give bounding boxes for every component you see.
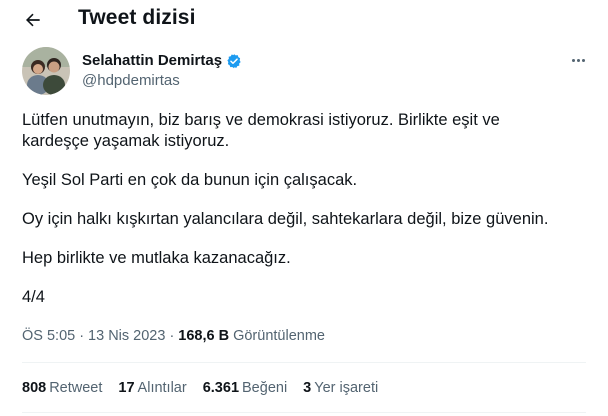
view-count: 168,6 B bbox=[178, 328, 230, 344]
stat-label: Beğeni bbox=[242, 380, 288, 396]
dot-icon bbox=[581, 58, 585, 62]
tweet-line: Yeşil Sol Parti en çok da bunun için çal… bbox=[22, 171, 358, 189]
tweet-line: Oy için halkı kışkırtan yalancılara deği… bbox=[22, 210, 549, 228]
tweet-line: kardeşçe yaşamak istiyoruz. bbox=[22, 132, 230, 150]
dot-icon bbox=[576, 58, 580, 62]
stat-count: 808 bbox=[22, 380, 47, 396]
stat-count: 3 bbox=[303, 380, 312, 396]
divider bbox=[22, 412, 586, 413]
page-header: Tweet dizisi bbox=[0, 0, 608, 40]
tweet-meta: ÖS 5:05 · 13 Nis 2023 · 168,6 B Görüntül… bbox=[22, 328, 325, 344]
bookmarks-stat[interactable]: 3 Yer işareti bbox=[303, 380, 378, 396]
tweet-paragraph: Oy için halkı kışkırtan yalancılara deği… bbox=[22, 209, 592, 230]
page-title: Tweet dizisi bbox=[78, 6, 196, 29]
verified-badge-icon bbox=[227, 53, 241, 68]
engagement-stats: 808 Retweet 17 Alıntılar 6.361 Beğeni 3 Yer … bbox=[22, 380, 378, 396]
tweet-line: Lütfen unutmayın, biz barış ve demokrasi… bbox=[22, 111, 500, 129]
likes-stat[interactable]: 6.361 Beğeni bbox=[203, 380, 287, 396]
meta-separator: · bbox=[169, 328, 175, 344]
author-name[interactable]: Selahattin Demirtaş bbox=[82, 52, 242, 69]
tweet-paragraph: Yeşil Sol Parti en çok da bunun için çal… bbox=[22, 170, 592, 191]
view-count-label: Görüntülenme bbox=[233, 328, 325, 344]
divider bbox=[22, 362, 586, 363]
avatar-photo bbox=[22, 47, 70, 95]
tweet-line: Hep birlikte ve mutlaka kazanacağız. bbox=[22, 249, 291, 267]
tweet-date[interactable]: 13 Nis 2023 bbox=[88, 328, 165, 344]
more-options-button[interactable] bbox=[566, 50, 590, 70]
author-avatar[interactable] bbox=[22, 47, 70, 95]
stat-count: 6.361 bbox=[202, 380, 240, 396]
retweet-stat[interactable]: 808 Retweet bbox=[22, 380, 102, 396]
stat-label: Retweet bbox=[49, 380, 103, 396]
author-handle[interactable]: @hdpdemirtas bbox=[82, 72, 180, 89]
stat-label: Yer işareti bbox=[314, 380, 379, 396]
tweet-time[interactable]: ÖS 5:05 bbox=[22, 328, 75, 344]
arrow-left-icon bbox=[26, 13, 40, 27]
tweet-paragraph: Hep birlikte ve mutlaka kazanacağız. bbox=[22, 248, 592, 269]
tweet-paragraph: Lütfen unutmayın, biz barış ve demokrasi… bbox=[22, 110, 592, 152]
stat-label: Alıntılar bbox=[137, 380, 187, 396]
tweet-text: Lütfen unutmayın, biz barış ve demokrasi… bbox=[22, 110, 592, 326]
dot-icon bbox=[571, 58, 575, 62]
meta-separator: · bbox=[79, 328, 85, 344]
author-name-text: Selahattin Demirtaş bbox=[82, 52, 223, 69]
tweet-line: 4/4 bbox=[22, 288, 45, 306]
stat-count: 17 bbox=[118, 380, 135, 396]
back-button[interactable] bbox=[18, 6, 48, 34]
quotes-stat[interactable]: 17 Alıntılar bbox=[118, 380, 186, 396]
tweet-paragraph: 4/4 bbox=[22, 287, 592, 308]
